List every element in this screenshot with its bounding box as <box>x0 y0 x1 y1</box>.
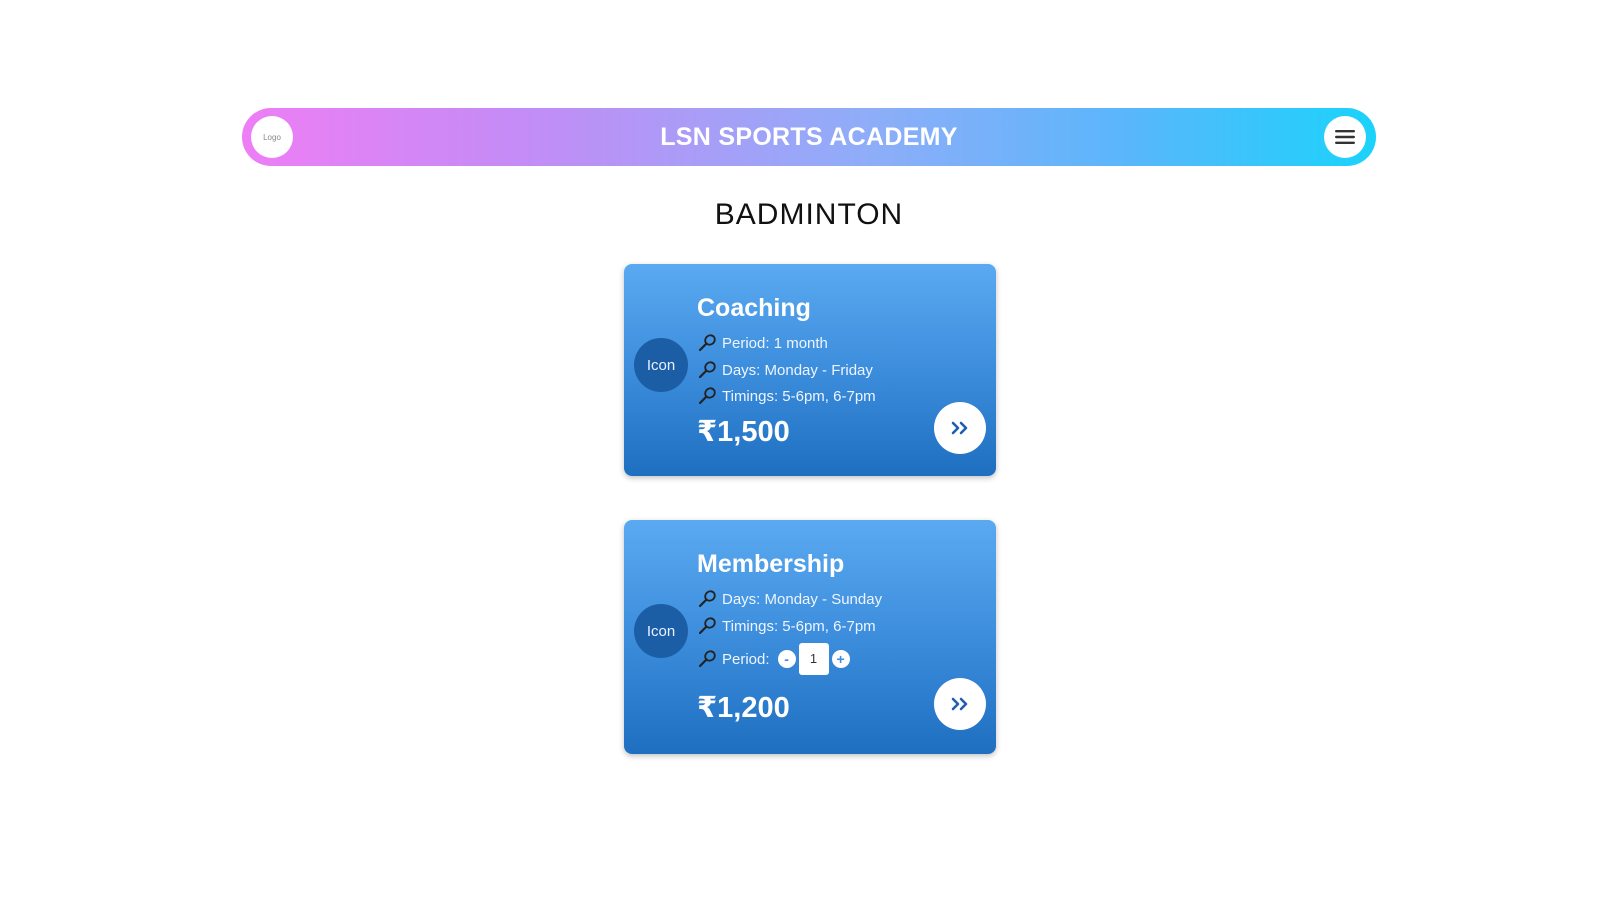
period-stepper: - 1 + <box>777 643 850 675</box>
racket-icon <box>698 334 716 352</box>
page: Logo LSN SPORTS ACADEMY BADMINTON Icon C… <box>0 0 1600 900</box>
detail-period: Period: - 1 + <box>697 643 850 675</box>
card-title: Coaching <box>697 294 811 322</box>
app-title: LSN SPORTS ACADEMY <box>660 122 958 151</box>
racket-icon <box>698 650 716 668</box>
logo[interactable]: Logo <box>251 116 293 158</box>
membership-icon-placeholder: Icon <box>634 604 688 658</box>
detail-days: Days: Monday - Friday <box>697 361 873 379</box>
period-label: Period: <box>722 650 770 668</box>
icon-label: Icon <box>646 356 676 374</box>
racket-icon <box>698 387 716 405</box>
logo-text: Logo <box>263 132 281 142</box>
double-chevron-right-icon <box>951 421 968 435</box>
detail-text: Period: 1 month <box>722 334 828 352</box>
page-title: BADMINTON <box>714 198 904 231</box>
racket-icon <box>698 617 716 635</box>
decrement-button[interactable]: - <box>777 650 796 668</box>
double-chevron-right-icon <box>951 697 968 711</box>
price: ₹1,500 <box>697 416 790 448</box>
app-header: Logo LSN SPORTS ACADEMY <box>242 108 1376 166</box>
detail-days: Days: Monday - Sunday <box>697 590 882 608</box>
coaching-card[interactable]: Icon Coaching Period: 1 month Days: Mond… <box>624 264 996 476</box>
detail-period: Period: 1 month <box>697 334 828 352</box>
hamburger-menu-icon <box>1335 130 1355 144</box>
menu-button[interactable] <box>1324 116 1366 158</box>
coaching-icon-placeholder: Icon <box>634 338 688 392</box>
membership-card[interactable]: Icon Membership Days: Monday - Sunday Ti… <box>624 520 996 754</box>
detail-text: Days: Monday - Sunday <box>722 590 883 608</box>
detail-timings: Timings: 5-6pm, 6-7pm <box>697 387 876 405</box>
coaching-next-button[interactable] <box>934 402 986 454</box>
detail-timings: Timings: 5-6pm, 6-7pm <box>697 617 876 635</box>
detail-text: Timings: 5-6pm, 6-7pm <box>722 617 876 635</box>
price: ₹1,200 <box>697 692 790 724</box>
racket-icon <box>698 590 716 608</box>
detail-text: Days: Monday - Friday <box>722 361 873 379</box>
racket-icon <box>698 361 716 379</box>
icon-label: Icon <box>646 622 676 640</box>
increment-button[interactable]: + <box>831 650 850 668</box>
period-value[interactable]: 1 <box>798 643 829 675</box>
detail-text: Timings: 5-6pm, 6-7pm <box>722 387 876 405</box>
card-title: Membership <box>697 550 845 578</box>
membership-next-button[interactable] <box>934 678 986 730</box>
